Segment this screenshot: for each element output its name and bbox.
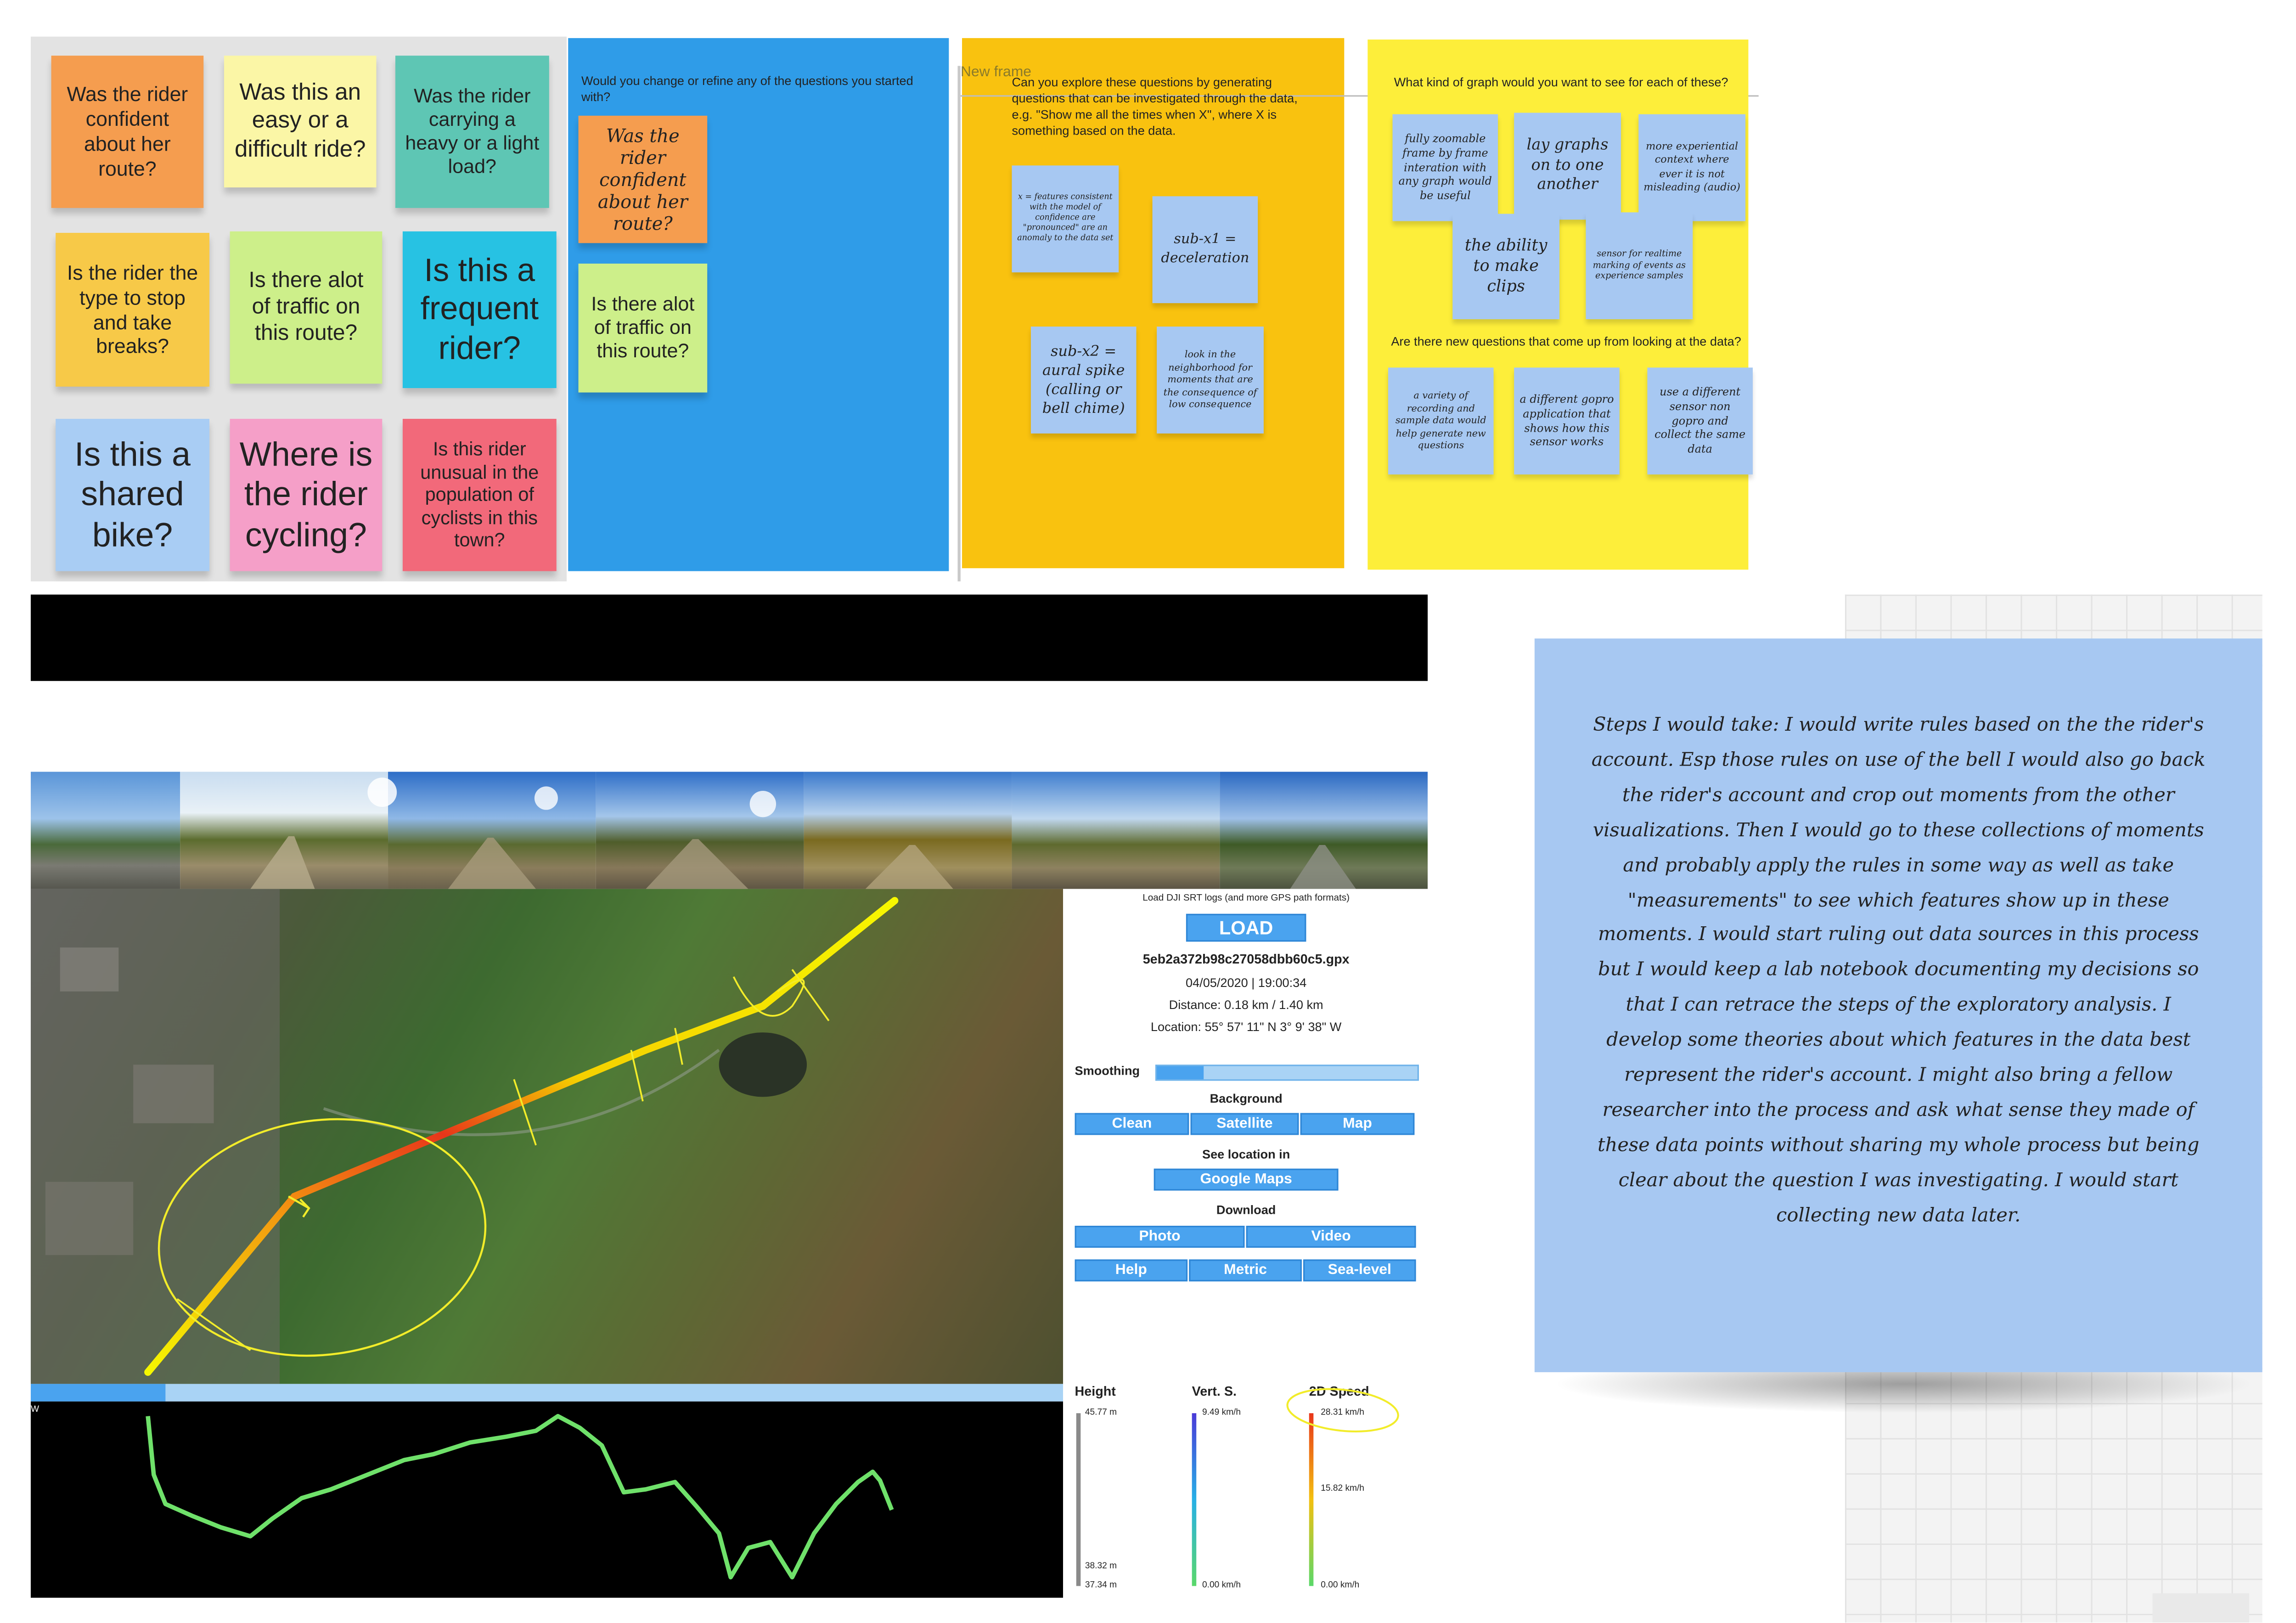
note-sub-x2[interactable]: sub-x2 = aural spike (calling or bell ch… <box>1030 327 1137 434</box>
file-name: 5eb2a372b98c27058dbb60c5.gpx <box>1142 952 1350 967</box>
frame-graph-question: What kind of graph would you want to see… <box>1394 74 1728 90</box>
download-label: Download <box>1216 1202 1276 1217</box>
vertical-speed-min: 0.00 km/h <box>1202 1581 1241 1591</box>
background-label: Background <box>1210 1091 1283 1106</box>
sticky-note-easy-difficult[interactable]: Was this an easy or a difficult ride? <box>224 56 377 188</box>
download-video-button[interactable]: Video <box>1246 1226 1416 1248</box>
note-zoomable[interactable]: fully zoomable frame by frame interation… <box>1392 114 1498 221</box>
smoothing-slider[interactable] <box>1155 1065 1419 1081</box>
note-x-features[interactable]: x = features consistent with the model o… <box>1012 165 1119 273</box>
sticky-note-where-cycling[interactable]: Where is the rider cycling? <box>230 418 383 571</box>
sticky-note-confident-route[interactable]: Was the rider confident about her route? <box>51 56 204 208</box>
sea-level-button[interactable]: Sea-level <box>1303 1259 1416 1282</box>
timeline-scrubber[interactable] <box>30 1384 1064 1402</box>
height-label: Height <box>1075 1384 1116 1399</box>
note-lay-graphs[interactable]: lay graphs on to one another <box>1514 113 1621 220</box>
black-banner <box>30 594 1428 681</box>
sticky-note-traffic-route[interactable]: Is there alot of traffic on this route? <box>230 231 383 384</box>
map-overlay <box>30 889 899 1384</box>
control-panel: Load DJI SRT logs (and more GPS path for… <box>1063 889 1429 1384</box>
ride-distance: Distance: 0.18 km / 1.40 km <box>1169 997 1323 1012</box>
height-gauge <box>1076 1413 1081 1586</box>
thumbnail-horizons <box>250 778 1356 889</box>
frame-refine-question: Would you change or refine any of the qu… <box>581 73 913 104</box>
elevation-line <box>146 1414 894 1580</box>
note-different-sensor[interactable]: use a different sensor non gopro and col… <box>1647 367 1753 475</box>
background-map-button[interactable]: Map <box>1300 1113 1415 1135</box>
help-button[interactable]: Help <box>1075 1259 1188 1282</box>
speed-min: 0.00 km/h <box>1321 1581 1360 1591</box>
note-experiential[interactable]: more experiential context where ever it … <box>1638 114 1746 221</box>
see-location-label: See location in <box>1202 1146 1290 1161</box>
elevation-profile[interactable] <box>30 1401 1064 1598</box>
frame-new-questions-question: Are there new questions that come up fro… <box>1391 334 1741 349</box>
timeline-marker: W <box>30 1406 39 1415</box>
note-sensor-realtime[interactable]: sensor for realtime marking of events as… <box>1586 212 1693 320</box>
download-photo-button[interactable]: Photo <box>1075 1226 1245 1248</box>
smoothing-slider-fill <box>1157 1066 1204 1080</box>
speed-mid: 15.82 km/h <box>1321 1485 1364 1494</box>
background-clean-button[interactable]: Clean <box>1075 1113 1189 1135</box>
load-button[interactable]: LOAD <box>1186 913 1306 942</box>
sticky-note-confident[interactable]: Was the rider confident about her route? <box>578 115 708 243</box>
sticky-note-unusual-rider[interactable]: Is this rider unusual in the population … <box>402 418 557 571</box>
note-gopro-app[interactable]: a different gopro application that shows… <box>1514 367 1620 475</box>
note-sub-x1[interactable]: sub-x1 = deceleration <box>1152 196 1258 304</box>
height-mid: 38.32 m <box>1085 1562 1117 1572</box>
video-thumbnail-strip[interactable] <box>30 772 1428 889</box>
sticky-note-shared-bike[interactable]: Is this a shared bike? <box>56 418 209 571</box>
metric-button[interactable]: Metric <box>1189 1259 1302 1282</box>
background-satellite-button[interactable]: Satellite <box>1190 1113 1299 1135</box>
height-min: 37.34 m <box>1085 1581 1117 1591</box>
ride-datetime: 04/05/2020 | 19:00:34 <box>1186 975 1307 990</box>
frame-explore-question: Can you explore these questions by gener… <box>1012 74 1298 138</box>
bottom-right-block <box>2152 1593 2249 1623</box>
sticky-note-frequent-rider[interactable]: Is this a frequent rider? <box>402 231 557 389</box>
google-maps-button[interactable]: Google Maps <box>1154 1168 1339 1191</box>
vertical-speed-max: 9.49 km/h <box>1202 1409 1241 1418</box>
sticky-note-heavy-light-load[interactable]: Was the rider carrying a heavy or a ligh… <box>395 56 549 208</box>
steps-note[interactable]: Steps I would take: I would write rules … <box>1534 638 2262 1372</box>
gauges-panel: Height 45.77 m 38.32 m 37.34 m Vert. S. … <box>1063 1384 1429 1598</box>
timeline-progress <box>30 1384 165 1402</box>
note-neighborhood[interactable]: look in the neighborhood for moments tha… <box>1157 327 1264 434</box>
note-make-clips[interactable]: the ability to make clips <box>1452 214 1560 320</box>
height-max: 45.77 m <box>1085 1409 1117 1418</box>
whiteboard-canvas[interactable]: Was the rider confident about her route?… <box>0 0 2296 1623</box>
vertical-speed-label: Vert. S. <box>1192 1384 1237 1399</box>
smoothing-label: Smoothing <box>1075 1063 1140 1078</box>
note-variety[interactable]: a variety of recording and sample data w… <box>1388 367 1494 475</box>
frame-divider <box>957 66 961 581</box>
load-hint: Load DJI SRT logs (and more GPS path for… <box>1142 893 1350 904</box>
sticky-note-take-breaks[interactable]: Is the rider the type to stop and take b… <box>56 233 209 387</box>
sticky-note-traffic[interactable]: Is there alot of traffic on this route? <box>578 263 708 393</box>
speed-annotation-circle <box>1286 1388 1399 1433</box>
satellite-map[interactable] <box>30 889 1064 1384</box>
ride-location: Location: 55° 57' 11" N 3° 9' 38" W <box>1150 1019 1342 1034</box>
vertical-speed-gauge <box>1192 1413 1197 1586</box>
